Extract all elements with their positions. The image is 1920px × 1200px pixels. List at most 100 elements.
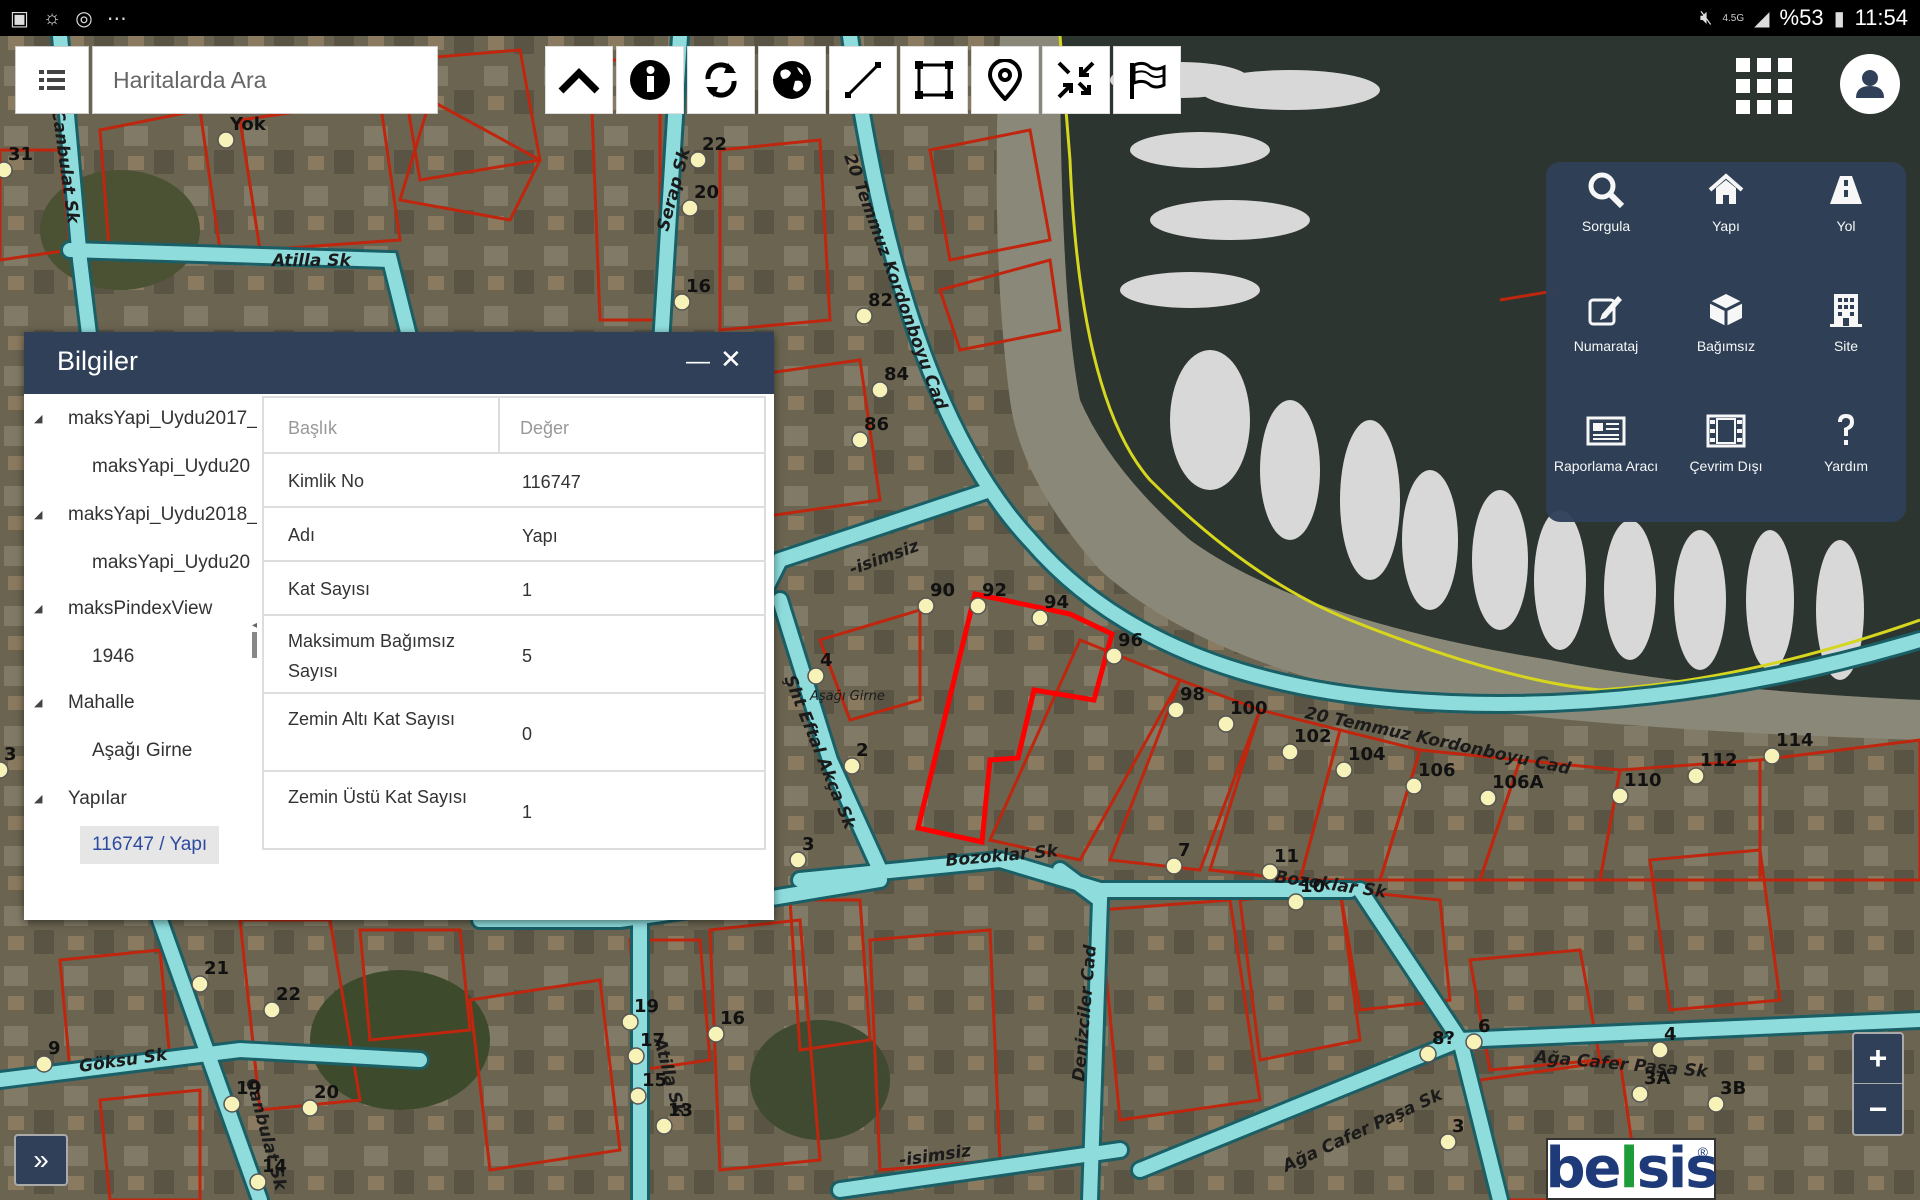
quick-item-label: Site: [1833, 338, 1859, 354]
map-toolbar: [545, 46, 1181, 114]
zoom-out-button[interactable]: −: [1854, 1084, 1902, 1134]
minimize-button[interactable]: —: [686, 348, 710, 376]
weather-icon: ☼: [42, 7, 62, 29]
layer-tree: ◢ maksYapi_Uydu2017_ maksYapi_Uydu20 ◢ m…: [24, 394, 257, 920]
quick-item-cevrimdisi[interactable]: Çevrim Dışı: [1666, 402, 1786, 522]
chevron-up-icon: [558, 68, 600, 94]
quick-item-label: Yardım: [1823, 458, 1869, 474]
shrink-icon: [1057, 61, 1095, 99]
address-number-label: 94: [1044, 592, 1069, 613]
column-header-key: Başlık: [288, 418, 338, 438]
address-number-label: 3A: [1644, 1068, 1671, 1089]
address-number-label: 20: [694, 182, 719, 203]
tree-node[interactable]: maksYapi_Uydu2017_: [68, 408, 257, 430]
quick-item-label: Yapı: [1712, 218, 1740, 234]
row-value: 1: [522, 802, 533, 822]
tree-node[interactable]: maksYapi_Uydu20: [92, 552, 250, 574]
user-icon: [1856, 70, 1884, 98]
address-number-label: 31: [8, 144, 33, 165]
edit-icon: [1588, 296, 1622, 326]
attribute-table: Başlık Değer Kimlik No 116747 Adı Yapı K…: [262, 396, 766, 916]
row-key: Kimlik No: [288, 471, 365, 491]
row-key: Maksimum Bağımsız Sayısı: [288, 631, 456, 681]
zoom-in-button[interactable]: +: [1854, 1034, 1902, 1084]
tree-node-selected[interactable]: 116747 / Yapı: [80, 826, 220, 864]
tree-node[interactable]: maksPindexView: [68, 598, 212, 620]
address-number-label: 3B: [1720, 1078, 1746, 1099]
location-tool-button[interactable]: [971, 46, 1039, 114]
zoom-control: + −: [1852, 1032, 1904, 1136]
quick-item-yardim[interactable]: Yardım: [1786, 402, 1906, 522]
quick-item-site[interactable]: Site: [1786, 282, 1906, 402]
expand-arrow-icon[interactable]: ◢: [34, 412, 42, 425]
road-icon: [1830, 176, 1862, 204]
tree-node[interactable]: 1946: [92, 646, 134, 668]
refresh-tool-button[interactable]: [687, 46, 755, 114]
collapse-tool-button[interactable]: [545, 46, 613, 114]
status-bar: ▣ ☼ ◎ ⋯ 🔇︎ 4.5G ◢ %53 ▮ 11:54: [0, 0, 1920, 36]
address-number-label: 2: [856, 740, 869, 761]
apps-grid-button[interactable]: [1736, 58, 1792, 114]
close-button[interactable]: ✕: [720, 344, 742, 375]
address-number-label: 21: [204, 958, 229, 979]
battery-icon: ▮: [1833, 7, 1845, 30]
panel-splitter[interactable]: [252, 632, 257, 658]
address-number-label: 84: [884, 364, 909, 385]
expand-panel-button[interactable]: »: [14, 1134, 68, 1186]
logo-text: belsis: [1545, 1136, 1718, 1200]
tree-node[interactable]: Mahalle: [68, 692, 135, 714]
expand-arrow-icon[interactable]: ◢: [34, 508, 42, 521]
status-right: 🔇︎ 4.5G ◢ %53 ▮ 11:54: [1700, 5, 1908, 31]
address-number-label: 100: [1230, 698, 1268, 719]
newspaper-icon: [1586, 416, 1626, 446]
globe-icon: [773, 61, 811, 99]
street-label: Atilla Sk: [270, 251, 352, 271]
quick-item-label: Numarataj: [1573, 338, 1639, 354]
flag-icon: [1130, 61, 1166, 99]
address-number-label: 7: [1178, 840, 1191, 861]
quick-item-numarataj[interactable]: Numarataj: [1546, 282, 1666, 402]
quick-item-yapi[interactable]: Yapı: [1666, 162, 1786, 282]
info-panel: Bilgiler — ✕ ◢ maksYapi_Uydu2017_ maksYa…: [24, 332, 774, 920]
more-icon: ⋯: [106, 8, 127, 30]
address-number-label: 3: [1452, 1116, 1465, 1137]
splitter-arrow-icon[interactable]: ◂: [252, 620, 257, 631]
row-key: Kat Sayısı: [288, 579, 371, 599]
measure-tool-button[interactable]: [829, 46, 897, 114]
quick-item-bagimsiz[interactable]: Bağımsız: [1666, 282, 1786, 402]
expand-arrow-icon[interactable]: ◢: [34, 696, 42, 709]
tree-node[interactable]: maksYapi_Uydu20: [92, 456, 250, 478]
tree-node[interactable]: maksYapi_Uydu2018_: [68, 504, 257, 526]
basemap-tool-button[interactable]: [758, 46, 826, 114]
row-value: 0: [522, 724, 533, 744]
address-number-label: 82: [868, 290, 893, 311]
menu-button[interactable]: [15, 46, 89, 114]
expand-arrow-icon[interactable]: ◢: [34, 602, 42, 615]
select-area-tool-button[interactable]: [900, 46, 968, 114]
quick-item-sorgula[interactable]: Sorgula: [1546, 162, 1666, 282]
address-number-label: 19: [236, 1078, 261, 1099]
signal-icon: ◢: [1754, 7, 1770, 30]
quick-item-yol[interactable]: Yol: [1786, 162, 1906, 282]
expand-arrow-icon[interactable]: ◢: [34, 792, 42, 805]
row-key: Zemin Altı Kat Sayısı: [288, 709, 456, 729]
cube-icon: [1709, 294, 1743, 326]
tree-node[interactable]: Aşağı Girne: [92, 740, 192, 762]
address-number-label: 4: [820, 650, 833, 671]
column-divider: [498, 398, 500, 454]
quick-item-label: Raporlama Aracı: [1553, 458, 1659, 474]
home-icon: [1708, 173, 1744, 204]
map-search-input[interactable]: [92, 46, 438, 114]
clock: 11:54: [1854, 5, 1908, 30]
address-number-label: 17: [640, 1030, 665, 1051]
address-number-label: 104: [1348, 744, 1386, 765]
info-tool-button[interactable]: [616, 46, 684, 114]
user-profile-button[interactable]: [1840, 54, 1900, 114]
quick-item-label: Çevrim Dışı: [1689, 458, 1763, 474]
shrink-tool-button[interactable]: [1042, 46, 1110, 114]
flag-tool-button[interactable]: [1113, 46, 1181, 114]
quick-item-raporlama[interactable]: Raporlama Aracı: [1546, 402, 1666, 522]
column-header-value: Değer: [520, 418, 570, 438]
tree-node[interactable]: Yapılar: [68, 788, 127, 810]
address-number-label: 19: [634, 996, 659, 1017]
